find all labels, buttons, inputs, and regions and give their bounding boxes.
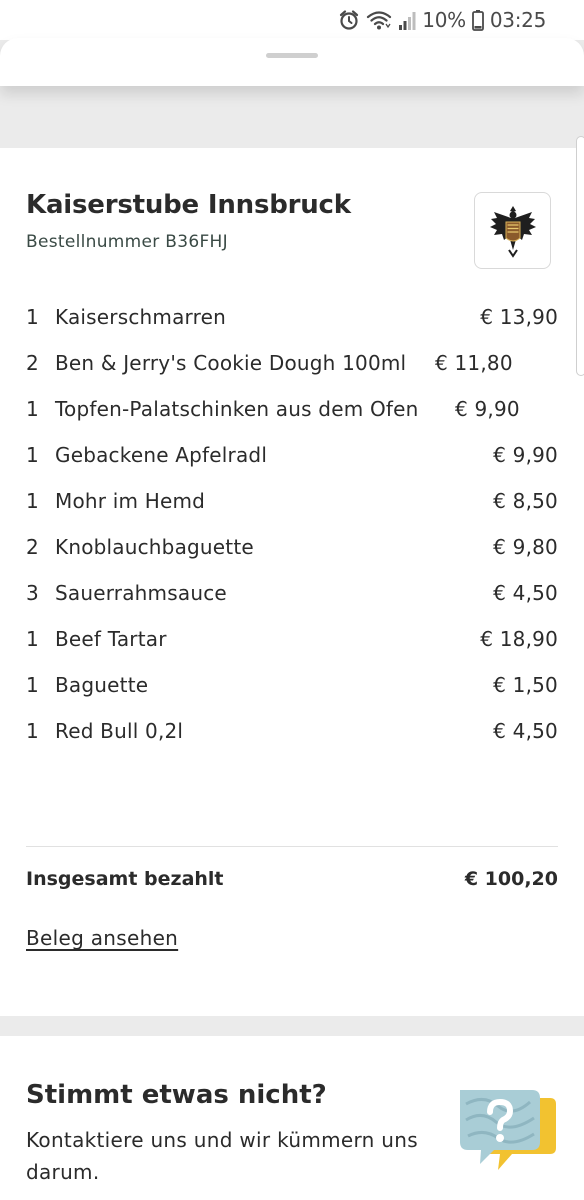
item-name: Baguette [55, 673, 149, 697]
item-name: Kaiserschmarren [55, 305, 226, 329]
status-icons: 10% 03:25 [338, 6, 546, 34]
item-price: € 1,50 [493, 673, 558, 697]
item-quantity: 1 [26, 397, 39, 421]
battery-percent: 10% [422, 8, 466, 32]
item-price: € 9,80 [493, 535, 558, 559]
item-name: Ben & Jerry's Cookie Dough 100ml [55, 351, 407, 375]
help-title: Stimmt etwas nicht? [26, 1080, 327, 1110]
view-receipt-link[interactable]: Beleg ansehen [26, 926, 178, 950]
signal-icon [398, 9, 416, 31]
item-quantity: 1 [26, 627, 39, 651]
item-price: € 4,50 [493, 581, 558, 605]
item-quantity: 1 [26, 305, 39, 329]
item-price: € 13,90 [480, 305, 558, 329]
item-name: Gebackene Apfelradl [55, 443, 268, 467]
order-item-row: 1 Baguette € 1,50 [26, 666, 558, 705]
total-row: Insgesamt bezahlt € 100,20 [26, 868, 558, 890]
sheet-grabber-handle[interactable] [266, 53, 318, 58]
total-divider [26, 846, 558, 847]
item-price: € 8,50 [493, 489, 558, 513]
item-name: Mohr im Hemd [55, 489, 206, 513]
order-items-list: 1 Kaiserschmarren € 13,90 2 Ben & Jerry'… [26, 298, 558, 758]
item-name: Sauerrahmsauce [55, 581, 227, 605]
order-item-row: 1 Red Bull 0,2l € 4,50 [26, 712, 558, 751]
order-item-row: 2 Ben & Jerry's Cookie Dough 100ml € 11,… [26, 344, 558, 383]
clock: 03:25 [489, 8, 546, 32]
help-card: Stimmt etwas nicht? Kontaktiere uns und … [0, 1036, 584, 1200]
item-price: € 9,90 [455, 397, 520, 421]
help-question-bubble-icon [454, 1084, 558, 1178]
order-item-row: 1 Kaiserschmarren € 13,90 [26, 298, 558, 337]
item-quantity: 1 [26, 489, 39, 513]
status-bar: 10% 03:25 [0, 0, 584, 40]
help-text: Kontaktiere uns und wir kümmern uns daru… [26, 1128, 418, 1184]
restaurant-logo [474, 192, 551, 269]
order-item-row: 1 Gebackene Apfelradl € 9,90 [26, 436, 558, 475]
item-quantity: 1 [26, 719, 39, 743]
item-quantity: 2 [26, 351, 39, 375]
item-quantity: 2 [26, 535, 39, 559]
item-name: Topfen-Palatschinken aus dem Ofen [55, 397, 419, 421]
order-item-row: 1 Topfen-Palatschinken aus dem Ofen € 9,… [26, 390, 558, 429]
order-number: Bestellnummer B36FHJ [26, 232, 228, 252]
item-quantity: 1 [26, 443, 39, 467]
item-name: Red Bull 0,2l [55, 719, 184, 743]
item-price: € 4,50 [493, 719, 558, 743]
wifi-icon [366, 9, 392, 31]
alarm-icon [338, 9, 360, 31]
item-name: Knoblauchbaguette [55, 535, 254, 559]
order-item-row: 1 Beef Tartar € 18,90 [26, 620, 558, 659]
kaiser-eagle-logo-icon [489, 205, 536, 258]
item-name: Beef Tartar [55, 627, 167, 651]
order-item-row: 1 Mohr im Hemd € 8,50 [26, 482, 558, 521]
item-price: € 18,90 [480, 627, 558, 651]
order-item-row: 2 Knoblauchbaguette € 9,80 [26, 528, 558, 567]
item-price: € 11,80 [435, 351, 513, 375]
item-quantity: 3 [26, 581, 39, 605]
order-summary-card: Kaiserstube Innsbruck Bestellnummer B36F… [0, 148, 584, 1016]
restaurant-name: Kaiserstube Innsbruck [26, 190, 351, 220]
order-item-row: 3 Sauerrahmsauce € 4,50 [26, 574, 558, 613]
total-label: Insgesamt bezahlt [26, 868, 224, 890]
bottom-sheet-header [0, 38, 584, 86]
item-price: € 9,90 [493, 443, 558, 467]
scrollbar[interactable] [576, 136, 584, 376]
battery-icon [471, 9, 484, 31]
item-quantity: 1 [26, 673, 39, 697]
total-value: € 100,20 [464, 868, 558, 890]
